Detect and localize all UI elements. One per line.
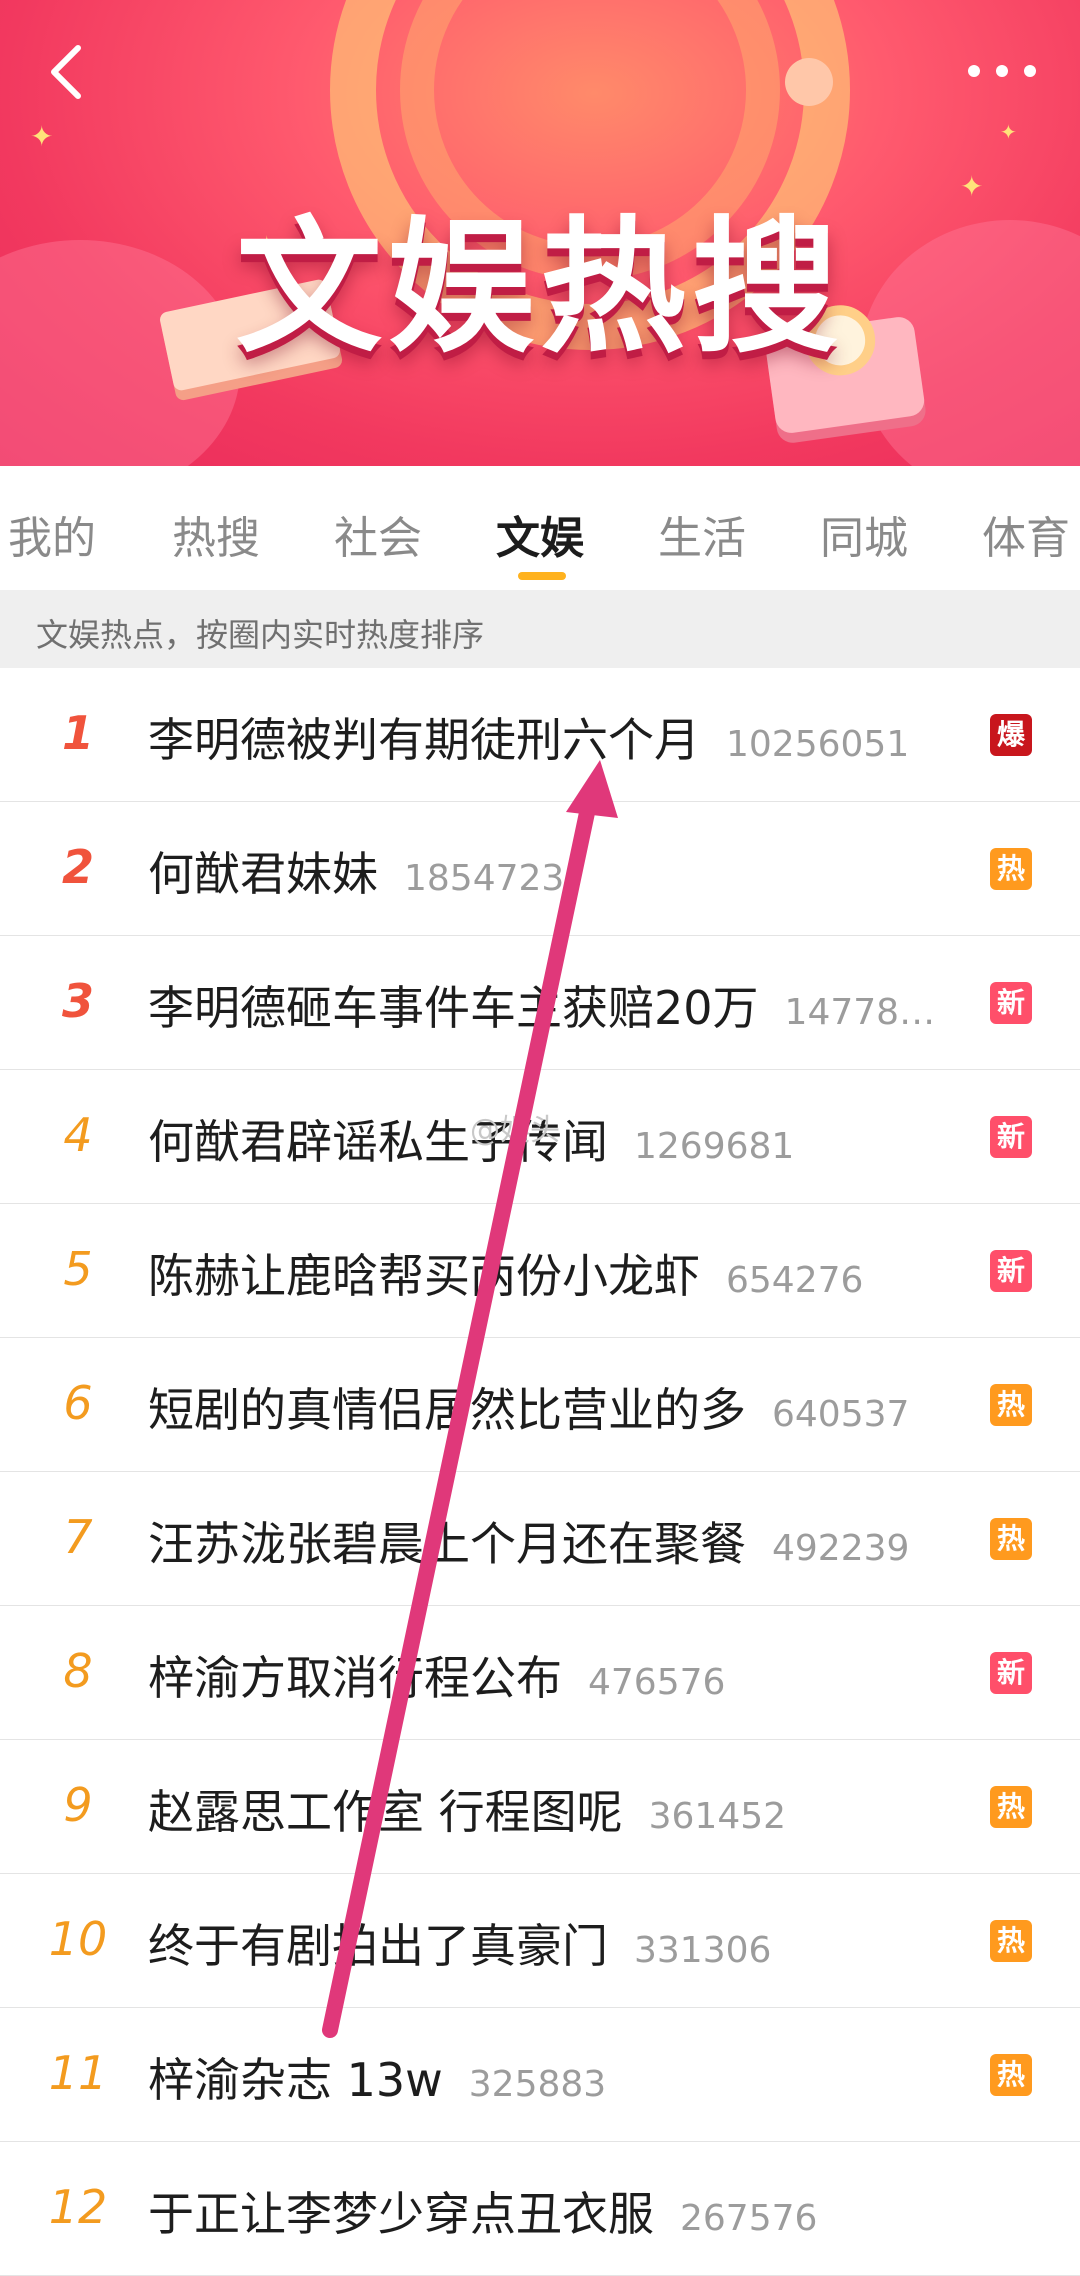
header-banner: ✦ ✦ ✦ ✦ 文娱热搜 (0, 0, 1080, 466)
heat-count: 1269681 (634, 1126, 795, 1167)
topic-title[interactable]: 于正让李梦少穿点丑衣服 (148, 2187, 654, 2241)
category-tabs: 我的 热搜 社会 文娱 生活 同城 体育 (0, 466, 1080, 590)
rank-number: 10 (48, 1912, 108, 1966)
status-badge: 热 (990, 1920, 1032, 1962)
active-tab-indicator (518, 572, 566, 580)
list-item[interactable]: 2 何猷君妹妹 1854723 热 (0, 802, 1080, 936)
heat-count: 325883 (468, 2064, 607, 2105)
topic-container: 陈赫让鹿晗帮买两份小龙虾 654276 (148, 1240, 863, 1306)
topic-title[interactable]: 何猷君妹妹 (148, 847, 378, 901)
list-item[interactable]: 10 终于有剧拍出了真豪门 331306 热 (0, 1874, 1080, 2008)
topic-container: 梓渝方取消行程公布 476576 (148, 1642, 725, 1708)
rank-number: 6 (63, 1376, 93, 1430)
tab-hot[interactable]: 热搜 (172, 502, 260, 566)
rank-number: 8 (63, 1644, 93, 1698)
back-arrow-icon[interactable] (40, 42, 100, 102)
status-badge: 爆 (990, 714, 1032, 756)
page-title: 文娱热搜 (236, 203, 844, 373)
topic-title[interactable]: 赵露思工作室 行程图呢 (148, 1785, 623, 1839)
status-badge: 新 (990, 1250, 1032, 1292)
topic-title[interactable]: 李明德被判有期徒刑六个月 (148, 713, 700, 767)
tab-entertainment[interactable]: 文娱 (496, 502, 584, 566)
tab-society[interactable]: 社会 (334, 502, 422, 566)
topic-title[interactable]: 终于有剧拍出了真豪门 (148, 1919, 608, 1973)
topic-container: 终于有剧拍出了真豪门 331306 (148, 1910, 771, 1976)
tab-sports[interactable]: 体育 (982, 502, 1070, 566)
more-dots-icon[interactable] (962, 56, 1042, 86)
watermark: @娱头 (470, 1113, 560, 1148)
topic-container: 赵露思工作室 行程图呢 361452 (148, 1776, 786, 1842)
list-item[interactable]: 7 汪苏泷张碧晨上个月还在聚餐 492239 热 (0, 1472, 1080, 1606)
rank-number: 7 (63, 1510, 93, 1564)
topic-title[interactable]: 汪苏泷张碧晨上个月还在聚餐 (148, 1517, 746, 1571)
heat-count: 476576 (588, 1662, 726, 1703)
list-item[interactable]: 5 陈赫让鹿晗帮买两份小龙虾 654276 新 (0, 1204, 1080, 1338)
topic-container: 何猷君妹妹 1854723 (148, 838, 564, 904)
list-item[interactable]: 6 短剧的真情侣居然比营业的多 640537 热 (0, 1338, 1080, 1472)
list-description: 文娱热点，按圈内实时热度排序 (0, 590, 1080, 668)
list-item[interactable]: 1 李明德被判有期徒刑六个月 10256051 爆 (0, 668, 1080, 802)
status-badge: 新 (990, 982, 1032, 1024)
heat-count: 267576 (680, 2198, 818, 2239)
status-badge: 新 (990, 1652, 1032, 1694)
list-item[interactable]: 9 赵露思工作室 行程图呢 361452 热 (0, 1740, 1080, 1874)
topic-title[interactable]: 梓渝方取消行程公布 (148, 1651, 562, 1705)
list-description-text: 文娱热点，按圈内实时热度排序 (36, 616, 485, 654)
heat-count: 1854723 (404, 858, 565, 899)
tab-mine[interactable]: 我的 (8, 502, 96, 566)
heat-count: 361452 (648, 1796, 787, 1837)
topic-title[interactable]: 短剧的真情侣居然比营业的多 (148, 1383, 746, 1437)
topic-container: 汪苏泷张碧晨上个月还在聚餐 492239 (148, 1508, 909, 1574)
tab-local[interactable]: 同城 (820, 502, 908, 566)
rank-number: 5 (63, 1242, 93, 1296)
topic-container: 于正让李梦少穿点丑衣服 267576 (148, 2178, 817, 2244)
topic-title[interactable]: 李明德砸车事件车主获赔20万 (148, 981, 759, 1035)
list-item[interactable]: 12 于正让李梦少穿点丑衣服 267576 (0, 2142, 1080, 2276)
status-badge: 热 (990, 1384, 1032, 1426)
topic-container: 李明德砸车事件车主获赔20万 14778… (148, 972, 935, 1038)
list-item[interactable]: 3 李明德砸车事件车主获赔20万 14778… 新 (0, 936, 1080, 1070)
heat-count: 14778… (784, 992, 936, 1033)
rank-number: 2 (61, 840, 94, 894)
rank-number: 11 (48, 2046, 108, 2100)
status-badge: 热 (990, 1786, 1032, 1828)
heat-count: 640537 (772, 1394, 910, 1435)
topic-container: 梓渝杂志 13w 325883 (148, 2044, 606, 2110)
rank-number: 3 (61, 974, 94, 1028)
planet-decoration (785, 58, 833, 106)
heat-count: 654276 (726, 1260, 864, 1301)
topic-container: 短剧的真情侣居然比营业的多 640537 (148, 1374, 909, 1440)
list-item[interactable]: 11 梓渝杂志 13w 325883 热 (0, 2008, 1080, 2142)
heat-count: 331306 (634, 1930, 772, 1971)
sparkle-icon: ✦ (1000, 120, 1017, 144)
topic-title[interactable]: 陈赫让鹿晗帮买两份小龙虾 (148, 1249, 700, 1303)
list-item[interactable]: 8 梓渝方取消行程公布 476576 新 (0, 1606, 1080, 1740)
status-badge: 新 (990, 1116, 1032, 1158)
tab-life[interactable]: 生活 (658, 502, 746, 566)
topic-container: 李明德被判有期徒刑六个月 10256051 (148, 704, 909, 770)
topic-title[interactable]: 梓渝杂志 13w (148, 2053, 443, 2107)
rank-number: 9 (63, 1778, 93, 1832)
rank-number: 4 (63, 1108, 93, 1162)
rank-number: 1 (61, 706, 94, 760)
heat-count: 10256051 (726, 724, 910, 765)
rank-number: 12 (48, 2180, 108, 2234)
status-badge: 热 (990, 1518, 1032, 1560)
status-badge: 热 (990, 848, 1032, 890)
status-badge: 热 (990, 2054, 1032, 2096)
sparkle-icon: ✦ (30, 120, 54, 153)
heat-count: 492239 (772, 1528, 910, 1569)
hot-search-list: 1 李明德被判有期徒刑六个月 10256051 爆 2 何猷君妹妹 1854723 热 3 李明德… (0, 668, 1080, 2276)
